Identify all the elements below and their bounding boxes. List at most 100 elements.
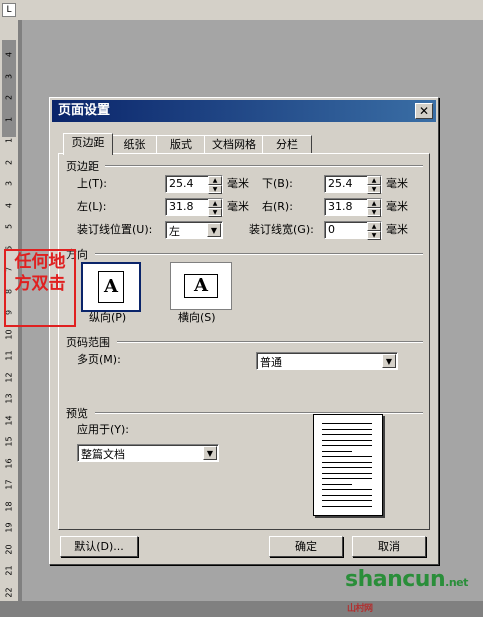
gutter-width-spinner[interactable]: 0 ▲ ▼ — [324, 221, 382, 240]
preview-text-line — [322, 461, 372, 463]
ruler-number: 2 — [4, 159, 14, 165]
top-margin-label: 上(T): — [77, 177, 108, 190]
left-margin-spinner[interactable]: 31.8 ▲ ▼ — [165, 198, 223, 217]
dialog-title: 页面设置 — [58, 103, 111, 118]
bottom-margin-label: 下(B): — [262, 177, 293, 190]
spin-up-icon[interactable]: ▲ — [367, 199, 381, 208]
tab-columns[interactable]: 分栏 — [262, 135, 312, 154]
landscape-option[interactable]: A — [170, 262, 232, 310]
ruler-number: 5 — [4, 223, 14, 230]
preview-text-line — [322, 445, 372, 446]
close-button[interactable]: ✕ — [415, 103, 433, 119]
ruler-number: 3 — [4, 73, 14, 79]
preview-text-line — [322, 456, 372, 457]
ruler-number: 10 — [4, 328, 14, 340]
preview-section-title: 预览 — [66, 407, 88, 420]
preview-text-line — [322, 439, 372, 441]
ruler-number: 4 — [4, 202, 14, 208]
spin-down-icon[interactable]: ▼ — [367, 185, 381, 194]
callout-line-1: 任何地 — [14, 252, 66, 272]
unit-label: 毫米 — [227, 200, 249, 213]
tab-document-grid[interactable]: 文档网格 — [204, 135, 264, 154]
unit-label: 毫米 — [227, 177, 249, 190]
ruler-number: 12 — [4, 371, 14, 383]
preview-text-line — [322, 472, 372, 474]
portrait-option[interactable]: A — [81, 262, 141, 312]
tab-stop-selector[interactable]: L — [2, 3, 16, 17]
spin-down-icon[interactable]: ▼ — [367, 208, 381, 217]
portrait-label[interactable]: 纵向(P) — [89, 310, 126, 326]
unit-label: 毫米 — [386, 200, 408, 213]
ruler-number: 13 — [4, 393, 14, 404]
bottom-margin-spinner[interactable]: 25.4 ▲ ▼ — [324, 175, 382, 194]
dialog-titlebar[interactable]: 页面设置 ✕ — [52, 100, 436, 122]
ruler-number: 22 — [4, 586, 14, 598]
portrait-page-icon: A — [98, 271, 124, 303]
spin-up-icon[interactable]: ▲ — [367, 222, 381, 231]
chevron-down-icon[interactable]: ▼ — [207, 223, 221, 237]
pages-section-title: 页码范围 — [66, 336, 110, 349]
tab-margins[interactable]: 页边距 — [63, 133, 113, 155]
preview-text-line — [322, 505, 372, 507]
preview-text-line — [322, 489, 372, 490]
preview-text-line — [322, 483, 352, 485]
spin-up-icon[interactable]: ▲ — [367, 176, 381, 185]
preview-text-line — [322, 494, 372, 496]
gutter-width-label: 装订线宽(G): — [249, 223, 314, 236]
ruler-number: 17 — [4, 479, 14, 490]
page-preview — [313, 414, 383, 516]
divider — [105, 165, 423, 167]
unit-label: 毫米 — [386, 223, 408, 236]
apply-to-select[interactable]: 整篇文档 ▼ — [77, 444, 219, 462]
tab-paper[interactable]: 纸张 — [111, 135, 158, 154]
spin-down-icon[interactable]: ▼ — [208, 208, 222, 217]
ruler-number: 1 — [4, 116, 14, 122]
right-margin-label: 右(R): — [262, 200, 293, 213]
ruler-number: 2 — [4, 94, 14, 101]
divider — [117, 341, 423, 343]
preview-text-line — [322, 423, 372, 424]
ruler-number: 11 — [4, 350, 14, 361]
preview-text-line — [322, 467, 372, 468]
ruler-number: 16 — [4, 457, 14, 469]
default-button[interactable]: 默认(D)... — [60, 536, 138, 557]
callout-line-2: 方双击 — [14, 274, 66, 294]
chevron-down-icon[interactable]: ▼ — [382, 354, 396, 368]
preview-text-line — [322, 434, 372, 435]
preview-text-line — [322, 478, 372, 479]
left-margin-label: 左(L): — [77, 200, 107, 213]
spin-down-icon[interactable]: ▼ — [208, 185, 222, 194]
close-icon: ✕ — [418, 104, 430, 118]
chevron-down-icon[interactable]: ▼ — [203, 446, 217, 460]
watermark-logo: shancun.net 山村网 — [345, 567, 468, 614]
gutter-position-label: 装订线位置(U): — [77, 223, 153, 236]
ruler-number: 21 — [4, 565, 14, 576]
apply-to-label: 应用于(Y): — [77, 423, 130, 436]
margins-section-title: 页边距 — [66, 160, 99, 173]
spin-down-icon[interactable]: ▼ — [367, 231, 381, 240]
gutter-position-select[interactable]: 左 ▼ — [165, 221, 223, 239]
spin-up-icon[interactable]: ▲ — [208, 176, 222, 185]
ruler-number: 1 — [4, 137, 14, 144]
ruler-number: 3 — [4, 180, 14, 187]
multiple-pages-select[interactable]: 普通 ▼ — [256, 352, 398, 370]
unit-label: 毫米 — [386, 177, 408, 190]
right-margin-spinner[interactable]: 31.8 ▲ ▼ — [324, 198, 382, 217]
spin-up-icon[interactable]: ▲ — [208, 199, 222, 208]
horizontal-ruler: L — [0, 0, 483, 21]
ruler-number: 20 — [4, 543, 14, 555]
cancel-button[interactable]: 取消 — [352, 536, 426, 557]
ok-button[interactable]: 确定 — [269, 536, 343, 557]
ruler-number: 19 — [4, 522, 14, 533]
ruler-number: 4 — [4, 51, 14, 58]
landscape-label[interactable]: 横向(S) — [178, 310, 216, 326]
ruler-number: 15 — [4, 436, 14, 447]
preview-text-line — [322, 428, 372, 430]
tab-layout[interactable]: 版式 — [156, 135, 206, 154]
annotation-callout: 任何地 方双击 — [4, 249, 76, 327]
landscape-page-icon: A — [184, 274, 218, 298]
top-margin-spinner[interactable]: 25.4 ▲ ▼ — [165, 175, 223, 194]
ruler-number: 14 — [4, 414, 14, 426]
page-setup-dialog: 页面设置 ✕ 页边距 纸张 版式 文档网格 分栏 页边距 上(T): 25.4 … — [49, 97, 439, 565]
preview-text-line — [322, 500, 372, 501]
